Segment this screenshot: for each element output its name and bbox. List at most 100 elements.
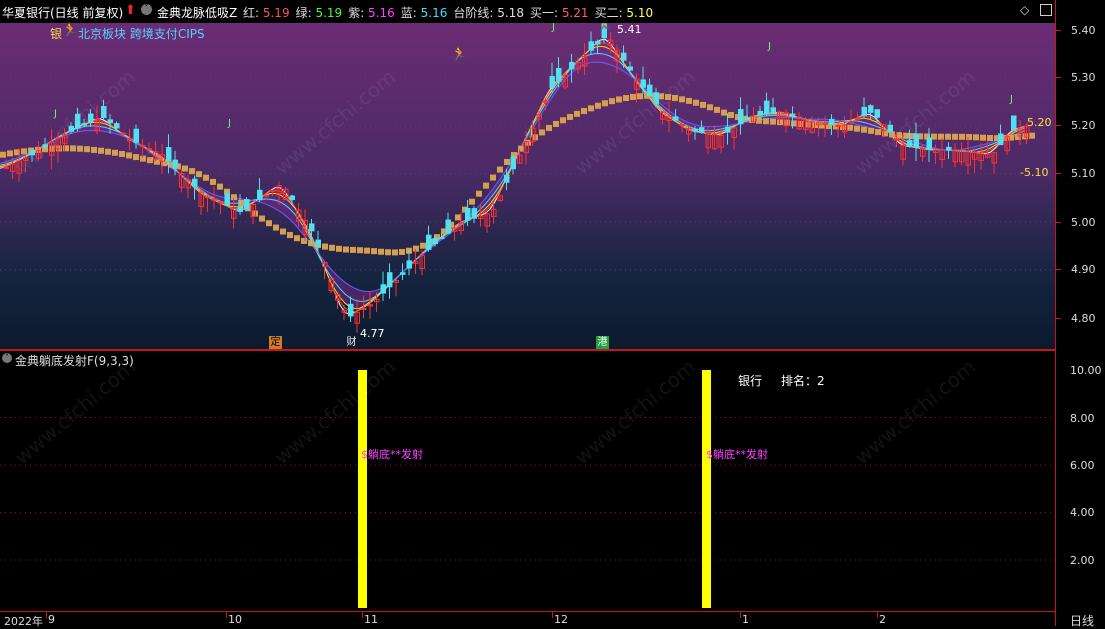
step-line-block: [392, 249, 398, 256]
indicator-name[interactable]: 金典龙脉低吸Z: [157, 4, 237, 21]
step-line-block: [287, 232, 293, 239]
sector-prefix: 银: [50, 27, 63, 41]
candle-body: [406, 260, 412, 269]
signal-bar-chart[interactable]: [0, 351, 1055, 611]
event-badge-ding[interactable]: 定: [269, 336, 282, 349]
candle-body: [432, 238, 438, 245]
step-line-block: [623, 95, 629, 102]
step-line-block: [616, 96, 622, 103]
step-line-block: [350, 246, 356, 253]
step-line-block: [980, 134, 986, 141]
candle-body: [588, 41, 594, 51]
step-line-block: [728, 112, 734, 119]
date-tick: 9: [48, 613, 55, 626]
step-line-block: [714, 106, 720, 113]
candle-body: [504, 174, 510, 183]
step-line-block: [868, 127, 874, 134]
step-line-block: [147, 157, 153, 164]
dropdown-circle-icon[interactable]: ˅: [2, 353, 12, 363]
step-line-block: [7, 150, 13, 157]
lower-indicator-panel[interactable]: ˅ 金典躺底发射F(9,3,3) $躺底**发射 $躺底**发射 银行 排名：2: [0, 351, 1055, 611]
price-tick-mark: [1056, 77, 1061, 78]
candle-body: [627, 66, 633, 71]
date-tick-mark: [552, 612, 553, 618]
low-price-label: 4.77: [360, 327, 385, 340]
candlestick-chart[interactable]: J J J J J J 🏃 🏃: [0, 23, 1055, 349]
date-axis[interactable]: 2022年 9 10 11 12 1 2: [0, 611, 1055, 628]
lower-tick: 8.00: [1070, 412, 1095, 425]
maximize-icon[interactable]: [1040, 4, 1052, 16]
candle-body: [380, 284, 386, 294]
candle-body: [640, 79, 646, 88]
ma-line-white: [0, 38, 1026, 316]
ma-line-blue: [0, 61, 1026, 293]
step-line-block: [595, 102, 601, 109]
indicator-value-4: 台阶线: 5.18: [453, 4, 524, 21]
period-label[interactable]: 日线: [1070, 612, 1094, 629]
indicator-value-1: 绿: 5.19: [296, 4, 343, 21]
candle-body: [510, 156, 516, 170]
lower-tick: 4.00: [1070, 506, 1095, 519]
step-line-block: [567, 113, 573, 120]
step-line-block: [343, 246, 349, 253]
candle-body: [757, 110, 763, 116]
step-line-block: [280, 228, 286, 235]
step-line-block: [630, 93, 636, 100]
lower-tick: 10.00: [1070, 364, 1102, 377]
price-tick: 4.80: [1071, 312, 1096, 325]
signal-label-2: $躺底**发射: [706, 448, 768, 461]
main-chart-panel[interactable]: J J J J J J 🏃 🏃 银 🏃 北京板块 跨境支付CIPS 5.41 4.77 5.2…: [0, 23, 1055, 349]
indicator-value-6: 买二: 5.10: [595, 4, 654, 21]
step-line-block: [119, 151, 125, 158]
step-line-block: [581, 108, 587, 115]
runner-icon: 🏃: [62, 23, 79, 38]
dropdown-circle-icon[interactable]: ˅: [141, 4, 152, 15]
event-badge-cai[interactable]: 财: [345, 336, 358, 349]
step-line-block: [1008, 134, 1014, 141]
stock-title[interactable]: 华夏银行(日线 前复权): [2, 4, 123, 21]
candle-body: [166, 147, 172, 162]
candle-body: [309, 223, 315, 232]
indicator-values: 红: 5.19 绿: 5.19 紫: 5.16 蓝: 5.16 台阶线: 5.18 买一:…: [243, 4, 653, 21]
candle-body: [3, 166, 9, 169]
step-line-block: [203, 174, 209, 181]
step-line-block: [266, 220, 272, 227]
sector-tags[interactable]: 北京板块 跨境支付CIPS: [78, 25, 205, 42]
candle-body: [289, 195, 295, 201]
high-price-label: 5.41: [617, 23, 642, 36]
candle-body: [738, 109, 744, 125]
step-line-block: [385, 249, 391, 256]
date-tick-mark: [877, 612, 878, 618]
candle-body: [263, 194, 269, 197]
candle-body: [244, 199, 250, 210]
candle-body: [315, 239, 321, 247]
date-tick: 12: [554, 613, 568, 626]
candle-body: [543, 100, 549, 103]
step-line-block: [497, 166, 503, 173]
step-line-block: [196, 171, 202, 178]
indicator-value-3: 蓝: 5.16: [401, 4, 448, 21]
price-axis[interactable]: 5.40 5.30 5.20 5.10 5.00 4.90 4.80 10.00 8.00 6.…: [1055, 0, 1105, 629]
step-line-block: [329, 244, 335, 251]
candle-body: [387, 272, 393, 288]
step-line-block: [637, 93, 643, 100]
step-line-block: [987, 135, 993, 142]
step-line-block: [518, 145, 524, 152]
step-line-block: [133, 154, 139, 161]
step-line-block: [574, 110, 580, 117]
step-line-block: [469, 198, 475, 205]
indicator-value-number: 5.18: [493, 6, 524, 20]
indicator-value-label: 蓝:: [400, 6, 417, 20]
diamond-icon[interactable]: ◇: [1020, 3, 1029, 17]
indicator-value-label: 红:: [243, 6, 260, 20]
price-tick: 5.00: [1071, 216, 1096, 229]
event-badge-gang[interactable]: 港: [596, 336, 609, 349]
candle-body: [114, 123, 120, 129]
step-line-block: [791, 120, 797, 127]
indicator-value-2: 紫: 5.16: [348, 4, 395, 21]
j-marker: J: [767, 41, 771, 52]
step-line-block: [546, 124, 552, 131]
indicator-value-5: 买一: 5.21: [530, 4, 589, 21]
date-tick-mark: [740, 612, 741, 618]
step-line-block: [756, 117, 762, 124]
